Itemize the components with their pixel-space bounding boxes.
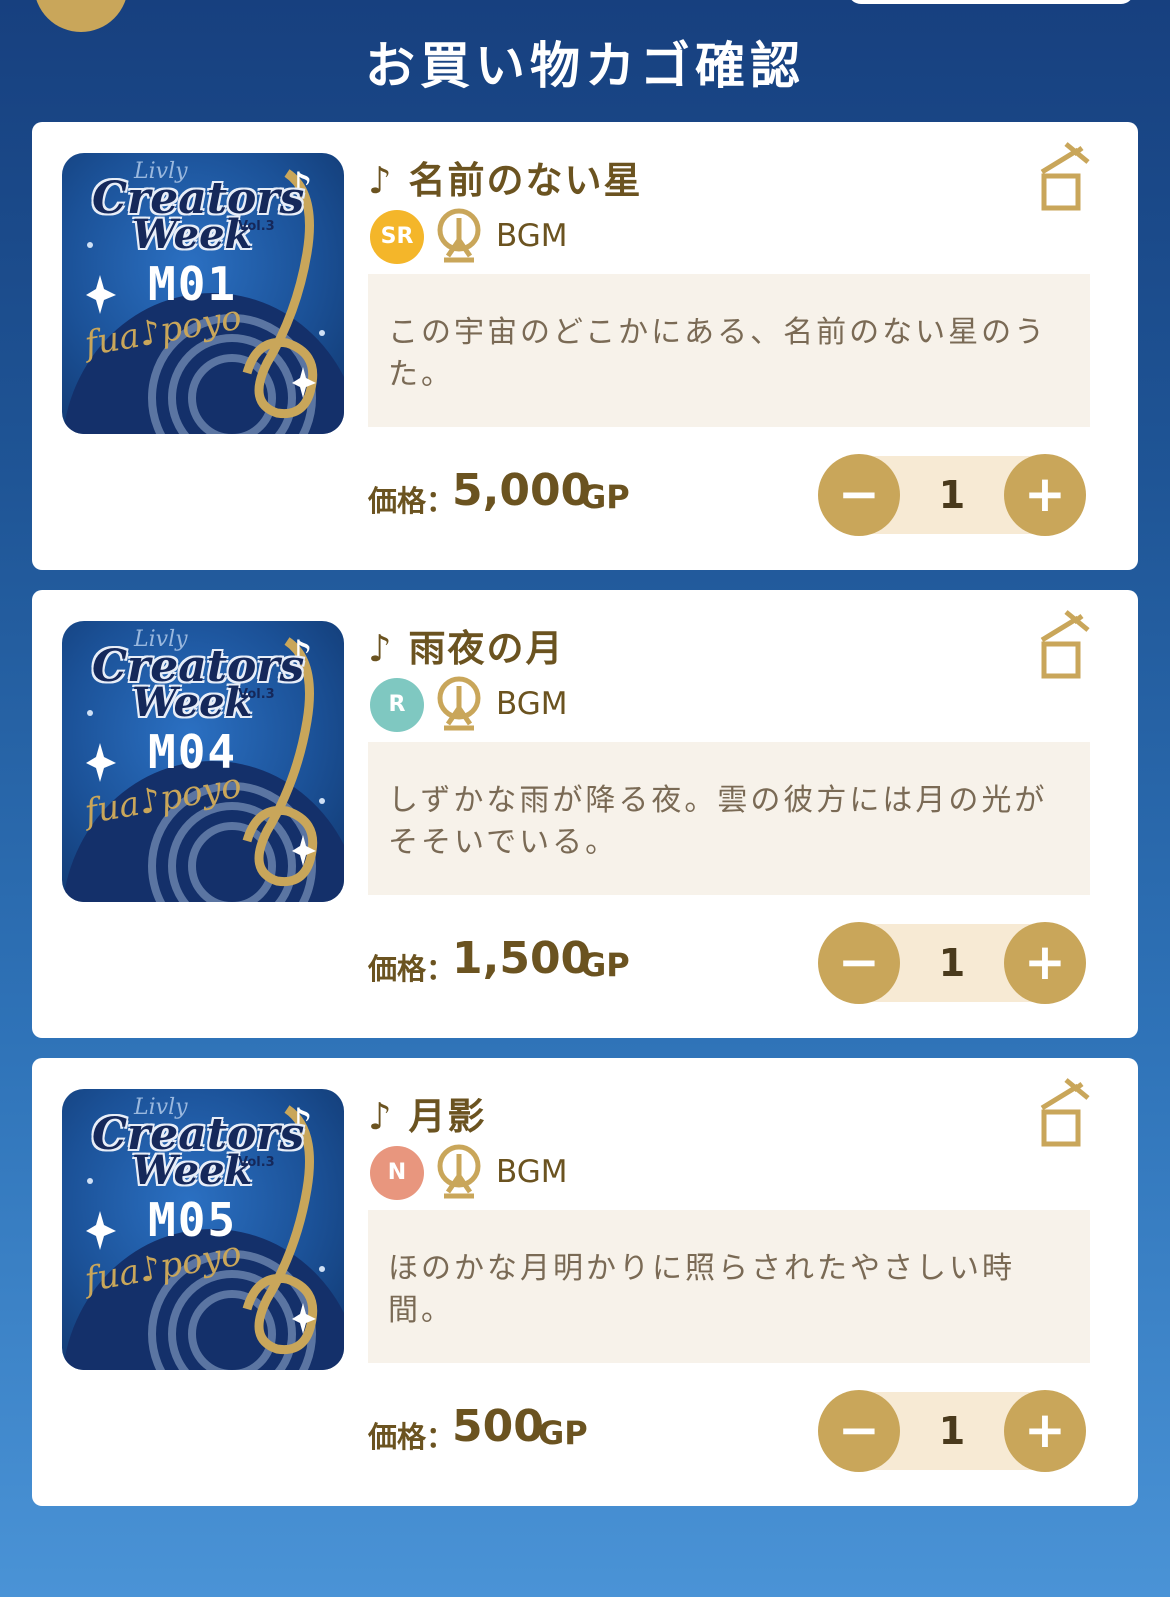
- item-description: ほのかな月明かりに照らされたやさしい時間。: [368, 1210, 1090, 1363]
- increase-button[interactable]: +: [1004, 922, 1086, 1004]
- trash-icon[interactable]: [1036, 142, 1096, 214]
- price-unit: GP: [580, 478, 630, 516]
- rarity-badge: R: [370, 678, 424, 732]
- price-value: 5,000: [452, 465, 592, 516]
- category-label: BGM: [496, 218, 568, 254]
- item-title: ♪ 月影: [368, 1095, 487, 1138]
- item-thumbnail: ♪ Livly Creators Week Vol.3 M01 fua♪poyo: [62, 153, 344, 434]
- item-title: ♪ 名前のない星: [368, 159, 643, 202]
- rarity-badge: SR: [370, 210, 424, 264]
- thumb-line2: Week: [132, 211, 253, 258]
- trash-icon[interactable]: [1036, 1078, 1096, 1150]
- music-box-icon: [437, 1144, 481, 1199]
- thumb-vol: Vol.3: [238, 1155, 275, 1170]
- item-thumbnail: ♪ Livly Creators Week Vol.3 M05 fua♪poyo: [62, 1089, 344, 1370]
- item-description: この宇宙のどこかにある、名前のない星のうた。: [368, 274, 1090, 427]
- quantity-value: 1: [938, 941, 966, 985]
- price-unit: GP: [538, 1414, 588, 1452]
- page-title: お買い物カゴ確認: [365, 37, 805, 95]
- increase-button[interactable]: +: [1004, 1390, 1086, 1472]
- thumb-vol: Vol.3: [238, 687, 275, 702]
- top-bar-pill[interactable]: [848, 0, 1134, 4]
- trash-icon[interactable]: [1036, 610, 1096, 682]
- decrease-button[interactable]: −: [818, 1390, 900, 1472]
- price-label: 価格：: [368, 952, 456, 986]
- item-thumbnail: ♪ Livly Creators Week Vol.3 M04 fua♪poyo: [62, 621, 344, 902]
- quantity-stepper: − 1 +: [818, 454, 1086, 536]
- price-value: 1,500: [452, 933, 592, 984]
- cart-item: ♪ Livly Creators Week Vol.3 M01 fua♪poyo…: [32, 122, 1138, 570]
- quantity-value: 1: [938, 1409, 966, 1453]
- thumb-vol: Vol.3: [238, 219, 275, 234]
- thumb-line2: Week: [132, 1147, 253, 1194]
- price-label: 価格：: [368, 484, 456, 518]
- cart-item: ♪ Livly Creators Week Vol.3 M04 fua♪poyo…: [32, 590, 1138, 1038]
- increase-button[interactable]: +: [1004, 454, 1086, 536]
- rarity-badge: N: [370, 1146, 424, 1200]
- music-box-icon: [437, 676, 481, 731]
- decrease-button[interactable]: −: [818, 922, 900, 1004]
- thumb-line2: Week: [132, 679, 253, 726]
- cart-item: ♪ Livly Creators Week Vol.3 M05 fua♪poyo…: [32, 1058, 1138, 1506]
- price-unit: GP: [580, 946, 630, 984]
- category-label: BGM: [496, 686, 568, 722]
- music-box-icon: [437, 208, 481, 263]
- quantity-value: 1: [938, 473, 966, 517]
- quantity-stepper: − 1 +: [818, 1390, 1086, 1472]
- category-label: BGM: [496, 1154, 568, 1190]
- price-value: 500: [452, 1401, 544, 1452]
- decrease-button[interactable]: −: [818, 454, 900, 536]
- item-title: ♪ 雨夜の月: [368, 627, 565, 670]
- item-description: しずかな雨が降る夜。雲の彼方には月の光がそそいでいる。: [368, 742, 1090, 895]
- price-label: 価格：: [368, 1420, 456, 1454]
- quantity-stepper: − 1 +: [818, 922, 1086, 1004]
